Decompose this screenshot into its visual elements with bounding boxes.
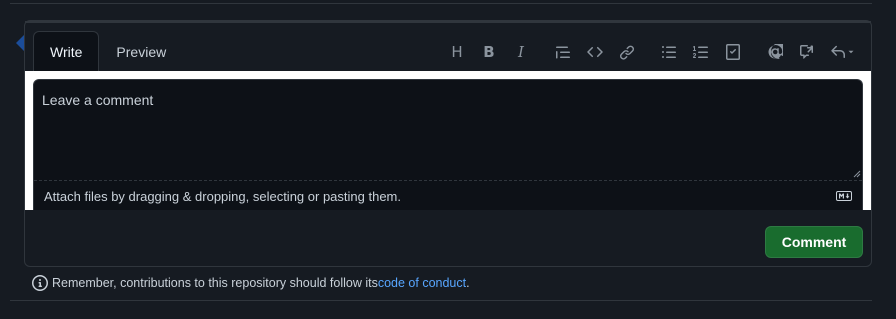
quote-button[interactable]: [547, 36, 579, 68]
toolbar-group-insert: [547, 36, 643, 68]
toolbar-group-misc: [759, 36, 863, 68]
cross-reference-button[interactable]: [791, 36, 823, 68]
mention-button[interactable]: [759, 36, 791, 68]
code-of-conduct-link[interactable]: code of conduct: [378, 276, 466, 290]
chevron-down-icon: [848, 50, 854, 54]
task-list-button[interactable]: [717, 36, 749, 68]
textarea-wrapper: Attach files by dragging & dropping, sel…: [33, 79, 863, 210]
code-icon: [587, 46, 603, 58]
markdown-icon[interactable]: [836, 189, 852, 204]
toolbar-group-text: H B I: [441, 36, 537, 68]
mention-icon: [768, 44, 783, 59]
quote-icon: [556, 46, 570, 59]
markdown-toolbar: H B I: [431, 36, 863, 68]
cross-reference-icon: [800, 45, 813, 59]
comment-form: Write Preview H B I Leave a comment Atta…: [24, 20, 872, 267]
link-icon: [620, 45, 635, 60]
editor-tabs: Write Preview: [33, 31, 183, 71]
comment-button[interactable]: Comment: [765, 226, 863, 258]
attach-files-text: Attach files by dragging & dropping, sel…: [44, 188, 401, 204]
timeline-bottom-border: [10, 300, 872, 301]
numbered-list-icon: [693, 46, 708, 58]
task-list-icon: [726, 44, 740, 60]
italic-icon: I: [518, 43, 524, 61]
bold-button[interactable]: B: [473, 36, 505, 68]
note-suffix: .: [466, 276, 470, 290]
toolbar-group-lists: [653, 36, 749, 68]
heading-button[interactable]: H: [441, 36, 473, 68]
heading-icon: H: [451, 43, 463, 61]
resize-handle-icon[interactable]: [853, 170, 861, 178]
file-attachment-bar[interactable]: Attach files by dragging & dropping, sel…: [34, 180, 862, 211]
timeline-caret-icon: [16, 35, 24, 51]
reply-icon: [831, 45, 845, 58]
italic-button[interactable]: I: [505, 36, 537, 68]
editor-area: Attach files by dragging & dropping, sel…: [25, 71, 871, 210]
bullet-list-icon: [662, 46, 676, 58]
saved-replies-button[interactable]: [823, 36, 863, 68]
link-button[interactable]: [611, 36, 643, 68]
unordered-list-button[interactable]: [653, 36, 685, 68]
bold-icon: B: [483, 43, 495, 61]
timeline-top-border: [10, 3, 872, 4]
info-icon: [32, 275, 48, 291]
form-top-line: [25, 21, 871, 23]
code-button[interactable]: [579, 36, 611, 68]
tab-preview[interactable]: Preview: [99, 31, 183, 71]
comment-textarea[interactable]: [34, 80, 862, 180]
contribution-note: Remember, contributions to this reposito…: [32, 275, 470, 291]
note-text: Remember, contributions to this reposito…: [52, 276, 378, 290]
tab-write[interactable]: Write: [33, 31, 100, 71]
ordered-list-button[interactable]: [685, 36, 717, 68]
markdown-supported-icon: [836, 190, 852, 201]
